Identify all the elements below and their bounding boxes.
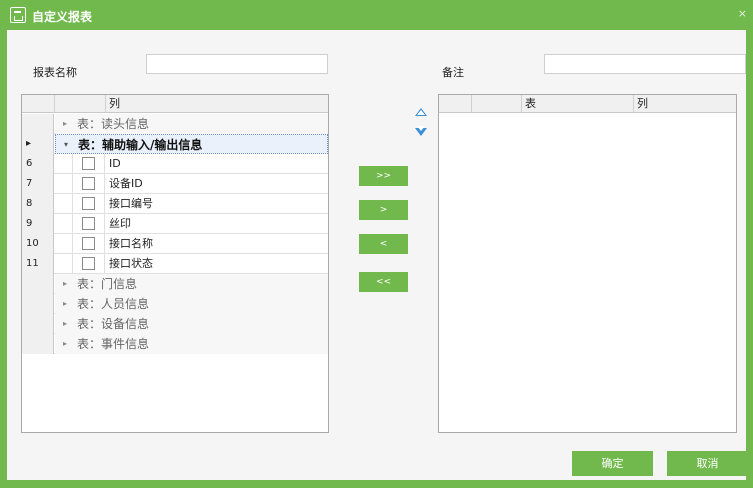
remark-label: 备注: [442, 66, 464, 79]
indent-cell: [55, 194, 73, 214]
check-cell[interactable]: [73, 254, 105, 274]
check-cell[interactable]: [73, 234, 105, 254]
indent-cell: [55, 234, 73, 254]
remark-input[interactable]: [544, 54, 746, 74]
row-number: 11: [22, 254, 54, 274]
group-cell[interactable]: ▸ 表：事件信息: [55, 334, 328, 354]
cancel-button[interactable]: 取消: [667, 451, 748, 476]
column-name: 设备ID: [109, 177, 143, 190]
expand-arrow-icon[interactable]: ▸: [63, 314, 67, 334]
row-header: [22, 114, 54, 134]
row-checkbox[interactable]: [82, 157, 95, 170]
group-label: 表：设备信息: [77, 317, 150, 331]
indent-cell: [55, 154, 73, 174]
column-name: 丝印: [109, 217, 131, 230]
current-row-marker-icon: ▸: [26, 138, 32, 149]
custom-report-window: 自定义报表 × 报表名称 备注 列 ▸ 表：读头信息 ▸ ▾ 表：辅助输入/输出…: [0, 0, 753, 488]
column-name: 接口编号: [109, 197, 153, 210]
column-name: 接口状态: [109, 257, 153, 270]
report-name-input[interactable]: [146, 54, 328, 74]
window-title: 自定义报表: [32, 10, 93, 24]
row-checkbox[interactable]: [82, 177, 95, 190]
expand-arrow-icon[interactable]: ▸: [63, 114, 67, 134]
expand-arrow-icon[interactable]: ▸: [63, 274, 67, 294]
group-row-aux-io[interactable]: ▸ ▾ 表：辅助输入/输出信息: [22, 134, 328, 154]
row-header: [22, 314, 54, 334]
row-number: 8: [22, 194, 54, 214]
table-row[interactable]: 10 接口名称: [22, 234, 328, 254]
grid-header: 列: [22, 95, 328, 113]
indent-header: [472, 95, 522, 113]
selected-columns-grid: 表 列: [438, 94, 737, 433]
check-cell[interactable]: [73, 214, 105, 234]
table-row[interactable]: 6 ID: [22, 154, 328, 174]
group-row-event[interactable]: ▸ 表：事件信息: [22, 334, 328, 354]
title-bar: 自定义报表 ×: [0, 0, 753, 30]
indent-cell: [55, 174, 73, 194]
row-header: [22, 294, 54, 314]
group-row-device[interactable]: ▸ 表：设备信息: [22, 314, 328, 334]
column-name: 接口名称: [109, 237, 153, 250]
remove-selected-button[interactable]: <: [359, 234, 408, 254]
expand-arrow-icon[interactable]: ▸: [63, 294, 67, 314]
table-header: 表: [522, 95, 634, 113]
collapse-arrow-icon[interactable]: ▾: [64, 135, 68, 155]
check-cell[interactable]: [73, 194, 105, 214]
table-row[interactable]: 8 接口编号: [22, 194, 328, 214]
move-down-icon[interactable]: [415, 126, 427, 136]
check-header: [55, 95, 106, 113]
expand-arrow-icon[interactable]: ▸: [63, 334, 67, 354]
row-header-corner: [439, 95, 472, 113]
row-number: 6: [22, 154, 54, 174]
group-row-personnel[interactable]: ▸ 表：人员信息: [22, 294, 328, 314]
group-label: 表：事件信息: [77, 337, 150, 351]
ok-button[interactable]: 确定: [572, 451, 653, 476]
row-checkbox[interactable]: [82, 217, 95, 230]
group-cell-selected[interactable]: ▾ 表：辅助输入/输出信息: [55, 134, 328, 154]
row-header-corner: [22, 95, 55, 113]
group-row-reader[interactable]: ▸ 表：读头信息: [22, 114, 328, 134]
row-header: ▸: [22, 134, 54, 154]
group-label: 表：读头信息: [77, 117, 150, 131]
indent-cell: [55, 214, 73, 234]
row-header: [22, 334, 54, 354]
table-row[interactable]: 9 丝印: [22, 214, 328, 234]
table-row[interactable]: 11 接口状态: [22, 254, 328, 274]
row-number: 9: [22, 214, 54, 234]
indent-cell: [55, 254, 73, 274]
group-label: 表：辅助输入/输出信息: [78, 138, 203, 152]
check-cell[interactable]: [73, 174, 105, 194]
column-name: ID: [109, 157, 121, 170]
group-cell[interactable]: ▸ 表：门信息: [55, 274, 328, 294]
move-up-icon[interactable]: [415, 108, 427, 116]
column-header: 列: [109, 97, 120, 110]
table-row[interactable]: 7 设备ID: [22, 174, 328, 194]
add-all-button[interactable]: >>: [359, 166, 408, 186]
group-label: 表：人员信息: [77, 297, 150, 311]
report-name-label: 报表名称: [33, 66, 77, 79]
available-columns-grid: 列 ▸ 表：读头信息 ▸ ▾ 表：辅助输入/输出信息 6 ID 7 设备ID 8…: [21, 94, 329, 433]
check-cell[interactable]: [73, 154, 105, 174]
row-number: 7: [22, 174, 54, 194]
report-icon: [10, 7, 26, 23]
grid-header: 表 列: [439, 95, 736, 113]
group-cell[interactable]: ▸ 表：人员信息: [55, 294, 328, 314]
close-icon[interactable]: ×: [738, 7, 747, 20]
group-cell[interactable]: ▸ 表：设备信息: [55, 314, 328, 334]
row-header: [22, 274, 54, 294]
row-checkbox[interactable]: [82, 237, 95, 250]
row-checkbox[interactable]: [82, 197, 95, 210]
group-row-door[interactable]: ▸ 表：门信息: [22, 274, 328, 294]
group-label: 表：门信息: [77, 277, 138, 291]
column-header: 列: [637, 97, 648, 110]
remove-all-button[interactable]: <<: [359, 272, 408, 292]
row-number: 10: [22, 234, 54, 254]
row-checkbox[interactable]: [82, 257, 95, 270]
group-cell[interactable]: ▸ 表：读头信息: [55, 114, 328, 134]
dialog-body: 报表名称 备注 列 ▸ 表：读头信息 ▸ ▾ 表：辅助输入/输出信息 6 ID …: [7, 30, 748, 480]
add-selected-button[interactable]: >: [359, 200, 408, 220]
